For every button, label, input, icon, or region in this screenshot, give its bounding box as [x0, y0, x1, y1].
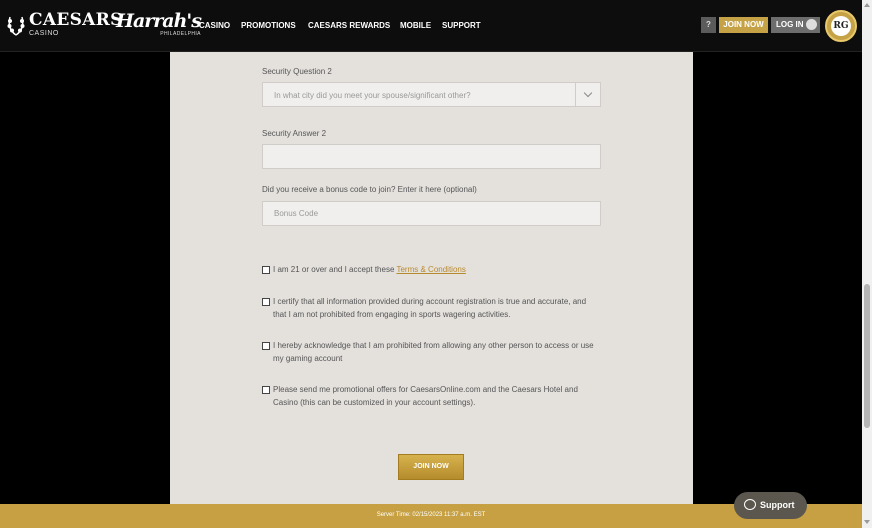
join-now-header-button[interactable]: JOIN NOW — [719, 17, 768, 33]
terms-checkbox[interactable] — [262, 266, 270, 274]
bonus-code-input[interactable] — [262, 201, 601, 226]
badge-label: RG — [831, 16, 851, 36]
footer-bar: Server Time: 02/15/2023 11:37 a.m. EST — [0, 504, 862, 528]
harrahs-logo[interactable]: Harrah's PHILADELPHIA — [116, 10, 202, 37]
security-answer-label: Security Answer 2 — [262, 129, 327, 138]
join-now-submit-button[interactable]: JOIN NOW — [398, 454, 464, 480]
terms-label: I am 21 or over and I accept these — [273, 265, 397, 274]
support-chat-button[interactable]: Support — [734, 492, 807, 519]
user-icon — [806, 19, 817, 30]
page-scrollbar[interactable] — [862, 0, 872, 528]
promo-checkbox[interactable] — [262, 386, 270, 394]
acknowledge-text: I hereby acknowledge that I am prohibite… — [273, 341, 594, 363]
scroll-thumb[interactable] — [864, 284, 870, 428]
select-divider — [575, 83, 576, 106]
server-time: Server Time: 02/15/2023 11:37 a.m. EST — [376, 512, 486, 518]
security-question-value: In what city did you meet your spouse/si… — [274, 91, 471, 100]
nav-mobile[interactable]: MOBILE — [400, 21, 431, 30]
certify-text: I certify that all information provided … — [273, 297, 587, 319]
nav-promotions[interactable]: PROMOTIONS — [241, 21, 296, 30]
login-label: LOG IN — [776, 20, 804, 29]
partner-name: Harrah's — [116, 10, 202, 32]
registration-form: Security Question 2 In what city did you… — [170, 52, 693, 504]
nav-casino[interactable]: CASINO — [199, 21, 230, 30]
chevron-down-icon — [583, 88, 593, 98]
terms-text: I am 21 or over and I accept these Terms… — [273, 263, 601, 276]
support-label: Support — [760, 500, 795, 510]
help-button[interactable]: ? — [701, 17, 716, 33]
chat-bubble-icon — [744, 499, 756, 510]
partner-subtitle: PHILADELPHIA — [160, 31, 201, 37]
scroll-up-arrow-icon[interactable] — [864, 3, 870, 7]
security-question-select[interactable]: In what city did you meet your spouse/si… — [262, 82, 601, 107]
security-answer-input[interactable] — [262, 144, 601, 169]
header: CAESARS CASINO Harrah's PHILADELPHIA CAS… — [0, 0, 862, 52]
security-question-label: Security Question 2 — [262, 67, 332, 76]
acknowledge-checkbox[interactable] — [262, 342, 270, 350]
nav-caesars-rewards[interactable]: CAESARS REWARDS — [308, 21, 390, 30]
responsible-gaming-badge[interactable]: RG — [825, 10, 857, 42]
promo-text: Please send me promotional offers for Ca… — [273, 385, 578, 407]
brand-subtitle: CASINO — [29, 30, 59, 37]
terms-link[interactable]: Terms & Conditions — [396, 265, 465, 274]
bonus-code-label: Did you receive a bonus code to join? En… — [262, 185, 477, 194]
nav-support[interactable]: SUPPORT — [442, 21, 481, 30]
certify-checkbox[interactable] — [262, 298, 270, 306]
page: CAESARS CASINO Harrah's PHILADELPHIA CAS… — [0, 0, 872, 528]
brand-name: CAESARS — [29, 10, 123, 30]
scroll-down-arrow-icon[interactable] — [864, 520, 870, 524]
caesars-logo[interactable]: CAESARS CASINO — [6, 12, 123, 37]
laurel-icon — [7, 16, 25, 36]
login-button[interactable]: LOG IN — [771, 17, 820, 33]
